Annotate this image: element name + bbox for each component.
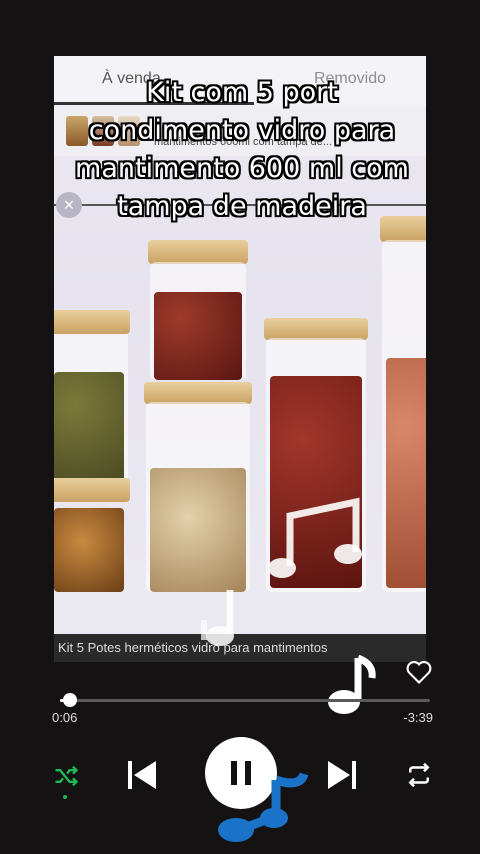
jar-lid: [54, 478, 130, 502]
heart-icon[interactable]: [405, 658, 433, 686]
music-note-icon: [218, 772, 309, 842]
dried-fruit: [54, 508, 124, 592]
jar-lid: [54, 310, 130, 334]
shuffle-active-dot: [63, 795, 67, 799]
music-note-icon: [328, 654, 376, 714]
music-note-icon: [268, 497, 362, 578]
next-icon[interactable]: [326, 757, 358, 793]
jar-lid: [144, 382, 252, 404]
shuffle-icon[interactable]: [52, 762, 80, 790]
mung-beans: [54, 372, 124, 482]
progress-thumb[interactable]: [63, 693, 77, 707]
remaining-time: -3:39: [403, 710, 433, 725]
jar-lid: [264, 318, 368, 340]
repeat-icon[interactable]: [404, 760, 434, 790]
progress-track[interactable]: [60, 699, 430, 702]
music-note-icon: [201, 590, 234, 646]
video-caption: Kit com 5 port condimento vidro para man…: [75, 77, 409, 222]
elapsed-time: 0:06: [52, 710, 78, 725]
red-beans: [154, 292, 242, 380]
jar-lid: [148, 240, 248, 264]
peanuts: [386, 358, 426, 588]
previous-icon[interactable]: [126, 757, 158, 793]
almonds: [150, 468, 246, 592]
